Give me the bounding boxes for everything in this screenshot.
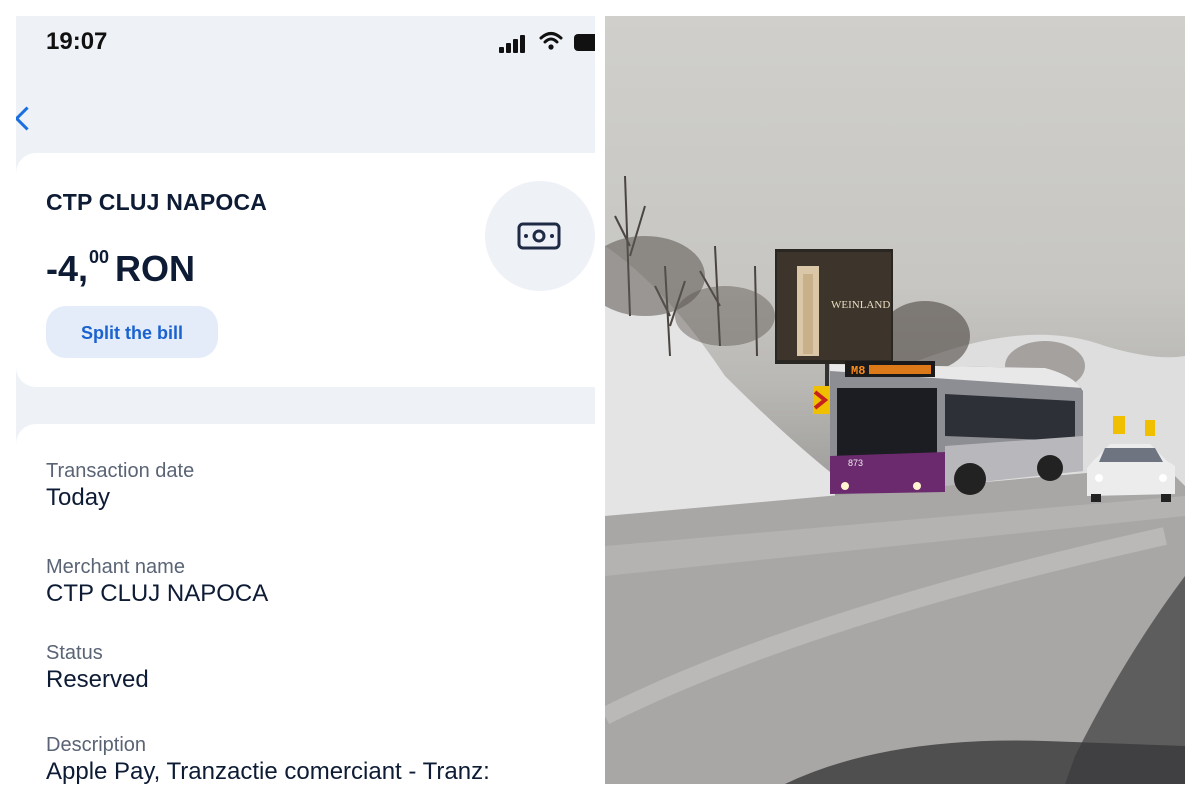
detail-label-merchant: Merchant name xyxy=(46,556,185,578)
billboard-text: WEINLAND xyxy=(831,299,890,311)
signal-icon xyxy=(499,33,533,53)
amount-currency: RON xyxy=(115,248,196,289)
banking-app-screen: 19:07 CTP CLUJ NAPOCA -4,00 RON Split the… xyxy=(16,16,595,784)
detail-value-description: Apple Pay, Tranzactie comerciant - Tranz… xyxy=(46,758,490,784)
detail-label-status: Status xyxy=(46,642,103,664)
detail-value-date: Today xyxy=(46,484,111,511)
cash-icon-button[interactable] xyxy=(485,181,595,291)
status-time: 19:07 xyxy=(46,28,108,55)
transaction-details-card: Transaction date Today Merchant name CTP… xyxy=(16,424,595,784)
cash-icon xyxy=(517,222,561,250)
photo-illustration: WEINLAND M8 873 xyxy=(605,175,1185,784)
battery-icon xyxy=(574,34,595,51)
detail-value-status: Reserved xyxy=(46,666,149,693)
bus: M8 873 xyxy=(830,361,1083,495)
transaction-amount: -4,00 RON xyxy=(46,247,195,290)
detail-label-description: Description xyxy=(46,734,147,756)
transaction-summary-card: CTP CLUJ NAPOCA -4,00 RON Split the bill xyxy=(16,153,595,387)
amount-main: -4, xyxy=(46,248,89,289)
bus-route-display: M8 xyxy=(851,364,865,378)
detail-value-merchant: CTP CLUJ NAPOCA xyxy=(46,580,269,607)
snowy-road-bus-photo: WEINLAND M8 873 xyxy=(605,16,1185,784)
split-bill-button[interactable]: Split the bill xyxy=(46,306,218,358)
amount-decimals: 00 xyxy=(89,247,110,267)
status-bar: 19:07 xyxy=(16,16,595,76)
back-chevron-icon[interactable] xyxy=(16,102,34,132)
bus-number: 873 xyxy=(848,458,863,468)
detail-label-date: Transaction date xyxy=(46,460,195,482)
merchant-title: CTP CLUJ NAPOCA xyxy=(46,189,268,215)
wifi-icon xyxy=(539,32,563,50)
